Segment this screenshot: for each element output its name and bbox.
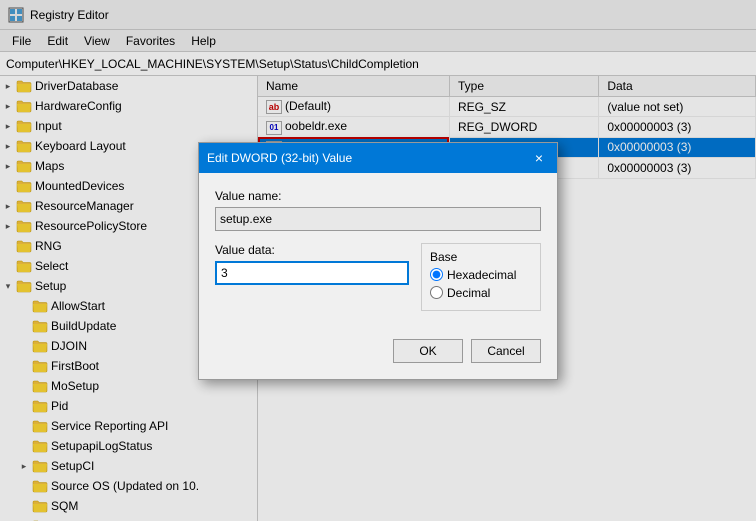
value-name-label: Value name: [215,189,541,203]
base-group-title: Base [430,250,532,264]
dialog-close-button[interactable]: × [529,148,549,168]
dialog-title: Edit DWORD (32-bit) Value [207,151,352,165]
modal-overlay: Edit DWORD (32-bit) Value × Value name: … [0,0,756,521]
dialog-title-bar: Edit DWORD (32-bit) Value × [199,143,557,173]
ok-button[interactable]: OK [393,339,463,363]
value-data-row: Value data: Base Hexadecimal Decimal [215,243,541,311]
dialog-body: Value name: Value data: Base Hexadecimal… [199,173,557,339]
base-group: Base Hexadecimal Decimal [421,243,541,311]
value-data-input[interactable] [215,261,409,285]
value-name-input[interactable] [215,207,541,231]
dec-radio-label[interactable]: Decimal [430,286,532,300]
edit-dword-dialog: Edit DWORD (32-bit) Value × Value name: … [198,142,558,380]
dialog-footer: OK Cancel [199,339,557,379]
hex-radio-label[interactable]: Hexadecimal [430,268,532,282]
dec-radio[interactable] [430,286,443,299]
value-data-label: Value data: [215,243,409,257]
hex-radio[interactable] [430,268,443,281]
value-data-field: Value data: [215,243,409,311]
cancel-button[interactable]: Cancel [471,339,541,363]
